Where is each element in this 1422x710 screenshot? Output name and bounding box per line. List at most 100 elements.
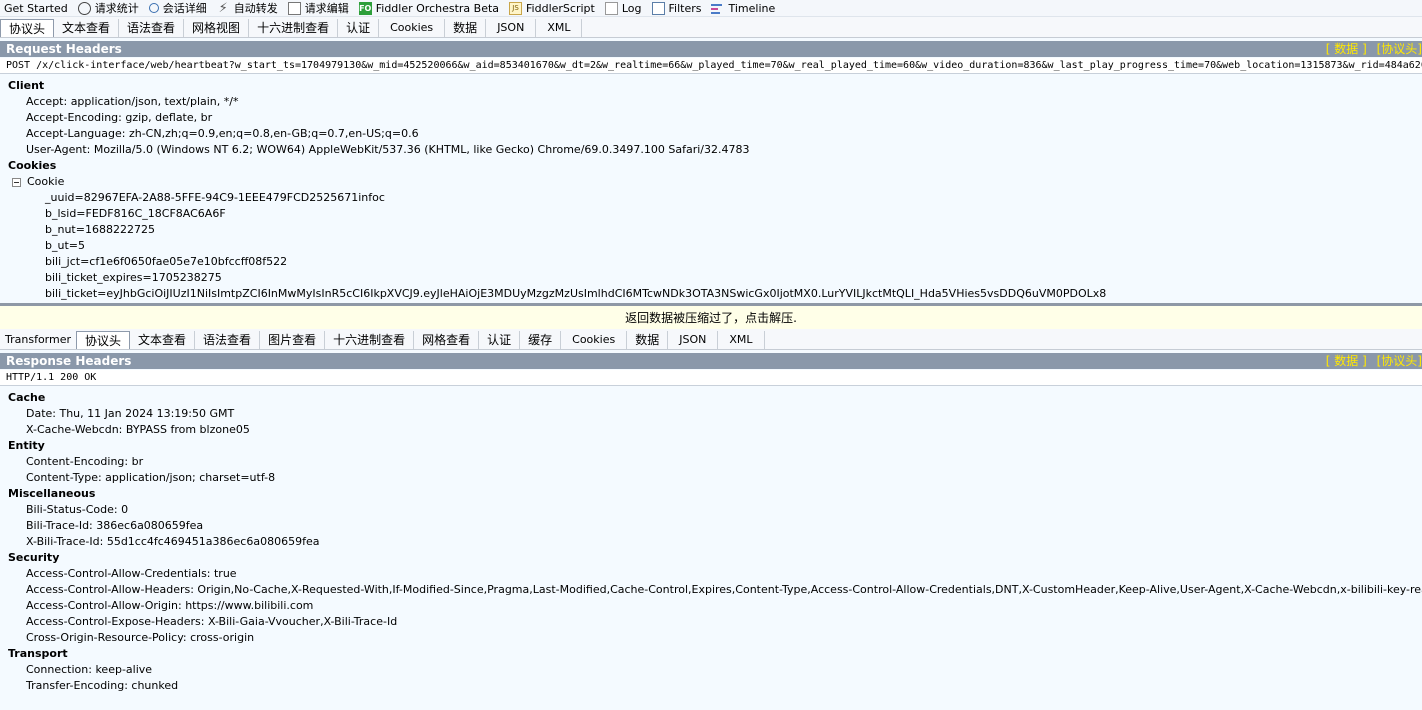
req-tab-raw[interactable]: 数据 <box>445 19 487 37</box>
req-tab-json[interactable]: JSON <box>486 19 537 37</box>
log-icon <box>604 1 618 15</box>
group-security[interactable]: Security <box>0 550 1422 566</box>
header-row[interactable]: Bili-Status-Code: 0 <box>0 502 1422 518</box>
lightning-icon: ⚡ <box>218 0 228 16</box>
header-row[interactable]: Connection: keep-alive <box>0 662 1422 678</box>
tab-label: Log <box>621 1 642 15</box>
cookie-row[interactable]: bili_jct=cf1e6f0650fae05e7e10bfccff08f52… <box>0 254 1422 270</box>
cookie-row[interactable]: b_nut=1688222725 <box>0 222 1422 238</box>
tab-orchestra[interactable]: FO Fiddler Orchestra Beta <box>355 0 505 16</box>
group-miscellaneous[interactable]: Miscellaneous <box>0 486 1422 502</box>
raw-link[interactable]: [ 数据 ] <box>1326 354 1367 368</box>
cookie-row[interactable]: bili_ticket_expires=1705238275 <box>0 270 1422 286</box>
request-line[interactable]: POST /x/click-interface/web/heartbeat?w_… <box>0 58 1422 74</box>
panel-title: Response Headers <box>6 354 132 368</box>
group-entity[interactable]: Entity <box>0 438 1422 454</box>
inspect-icon <box>148 3 159 13</box>
group-cache[interactable]: Cache <box>0 390 1422 406</box>
checkbox-icon <box>651 1 665 15</box>
resp-tab-xml[interactable]: XML <box>718 331 765 349</box>
headers-link[interactable]: [协议头] <box>1377 42 1422 56</box>
timeline-icon <box>711 2 724 15</box>
request-headers-tree: Client Accept: application/json, text/pl… <box>0 78 1422 303</box>
tab-label: Get Started <box>4 1 68 15</box>
header-row[interactable]: Date: Thu, 11 Jan 2024 13:19:50 GMT <box>0 406 1422 422</box>
req-tab-syntaxview[interactable]: 语法查看 <box>119 19 185 37</box>
cookie-row[interactable]: bili_ticket=eyJhbGciOiJIUzI1NiIsImtpZCI6… <box>0 286 1422 302</box>
resp-tab-syntaxview[interactable]: 语法查看 <box>195 331 261 349</box>
resp-tab-textview[interactable]: 文本查看 <box>130 331 196 349</box>
cookie-node[interactable]: Cookie <box>0 174 1422 190</box>
cookie-row[interactable]: b_ut=5 <box>0 238 1422 254</box>
header-row[interactable]: X-Cache-Webcdn: BYPASS from blzone05 <box>0 422 1422 438</box>
raw-link[interactable]: [ 数据 ] <box>1326 42 1367 56</box>
tab-timeline[interactable]: Timeline <box>707 0 781 16</box>
response-inspector-tabs: Transformer 协议头 文本查看 语法查看 图片查看 十六进制查看 网格… <box>0 329 1422 350</box>
tab-log[interactable]: Log <box>601 0 648 16</box>
tab-label: Fiddler Orchestra Beta <box>375 1 500 15</box>
tab-label: 请求统计 <box>94 2 139 15</box>
group-cookies[interactable]: Cookies <box>0 158 1422 174</box>
cookie-row[interactable]: b_lsid=FEDF816C_18CF8AC6A6F <box>0 206 1422 222</box>
req-tab-xml[interactable]: XML <box>536 19 583 37</box>
resp-tab-caching[interactable]: 缓存 <box>520 331 562 349</box>
resp-tab-headers[interactable]: 协议头 <box>76 331 131 349</box>
resp-tab-imageview[interactable]: 图片查看 <box>260 331 326 349</box>
tab-inspectors[interactable]: 会话详细 <box>145 0 213 16</box>
header-row[interactable]: Bili-Trace-Id: 386ec6a080659fea <box>0 518 1422 534</box>
cookie-row[interactable]: _uuid=82967EFA-2A88-5FFE-94C9-1EEE479FCD… <box>0 190 1422 206</box>
resp-tab-transformer[interactable]: Transformer <box>0 331 76 349</box>
collapse-icon[interactable] <box>12 177 21 187</box>
resp-tab-auth[interactable]: 认证 <box>479 331 521 349</box>
response-headers-tree: Cache Date: Thu, 11 Jan 2024 13:19:50 GM… <box>0 390 1422 710</box>
header-row[interactable]: Access-Control-Allow-Credentials: true <box>0 566 1422 582</box>
resp-tab-raw[interactable]: 数据 <box>627 331 669 349</box>
header-row[interactable]: Access-Control-Expose-Headers: X-Bili-Ga… <box>0 614 1422 630</box>
req-tab-textview[interactable]: 文本查看 <box>54 19 120 37</box>
clock-icon <box>77 1 91 15</box>
header-row[interactable]: Accept: application/json, text/plain, */… <box>0 94 1422 110</box>
compose-icon <box>287 1 301 15</box>
tab-composer[interactable]: 请求编辑 <box>284 0 355 16</box>
header-row[interactable]: Accept-Encoding: gzip, deflate, br <box>0 110 1422 126</box>
group-client[interactable]: Client <box>0 78 1422 94</box>
tab-filters[interactable]: Filters <box>648 0 708 16</box>
tab-statistics[interactable]: 请求统计 <box>74 0 145 16</box>
resp-tab-hexview[interactable]: 十六进制查看 <box>325 331 415 349</box>
script-icon: JS <box>509 1 523 15</box>
tab-label: FiddlerScript <box>526 1 595 15</box>
resp-tab-cookies[interactable]: Cookies <box>561 331 628 349</box>
header-row[interactable]: User-Agent: Mozilla/5.0 (Windows NT 6.2;… <box>0 142 1422 158</box>
request-inspector-tabs: 协议头 文本查看 语法查看 网格视图 十六进制查看 认证 Cookies 数据 … <box>0 17 1422 38</box>
request-headers-title: Request Headers [ 数据 ] [协议头] <box>0 41 1422 57</box>
panel-links: [ 数据 ] [协议头] <box>1320 353 1422 369</box>
header-row[interactable]: Cross-Origin-Resource-Policy: cross-orig… <box>0 630 1422 646</box>
header-row[interactable]: Transfer-Encoding: chunked <box>0 678 1422 694</box>
tab-label: Timeline <box>728 1 776 15</box>
req-tab-cookies[interactable]: Cookies <box>379 19 446 37</box>
header-row[interactable]: Access-Control-Allow-Headers: Origin,No-… <box>0 582 1422 598</box>
cookie-node-label: Cookie <box>27 175 65 188</box>
tab-label: Filters <box>668 1 702 15</box>
status-line[interactable]: HTTP/1.1 200 OK <box>0 370 1422 386</box>
req-tab-webforms[interactable]: 网格视图 <box>184 19 250 37</box>
req-tab-headers[interactable]: 协议头 <box>0 19 55 37</box>
tab-fiddlerscript[interactable]: JS FiddlerScript <box>505 0 601 16</box>
headers-link[interactable]: [协议头] <box>1377 354 1422 368</box>
header-row[interactable]: X-Bili-Trace-Id: 55d1cc4fc469451a386ec6a… <box>0 534 1422 550</box>
tab-autoresponder[interactable]: ⚡ 自动转发 <box>213 0 284 16</box>
header-row[interactable]: Accept-Language: zh-CN,zh;q=0.9,en;q=0.8… <box>0 126 1422 142</box>
header-row[interactable]: Content-Encoding: br <box>0 454 1422 470</box>
req-tab-auth[interactable]: 认证 <box>338 19 380 37</box>
decode-notice[interactable]: 返回数据被压缩过了，点击解压. <box>0 306 1422 331</box>
panel-title: Request Headers <box>6 42 122 56</box>
req-tab-hexview[interactable]: 十六进制查看 <box>249 19 339 37</box>
header-row[interactable]: Access-Control-Allow-Origin: https://www… <box>0 598 1422 614</box>
tab-label: 会话详细 <box>162 2 207 15</box>
resp-tab-json[interactable]: JSON <box>668 331 719 349</box>
main-toolbar: Get Started 请求统计 会话详细 ⚡ 自动转发 请求编辑 FO Fid… <box>0 0 1422 17</box>
group-transport[interactable]: Transport <box>0 646 1422 662</box>
header-row[interactable]: Content-Type: application/json; charset=… <box>0 470 1422 486</box>
resp-tab-webview[interactable]: 网格查看 <box>414 331 480 349</box>
tab-get-started[interactable]: Get Started <box>0 0 74 16</box>
